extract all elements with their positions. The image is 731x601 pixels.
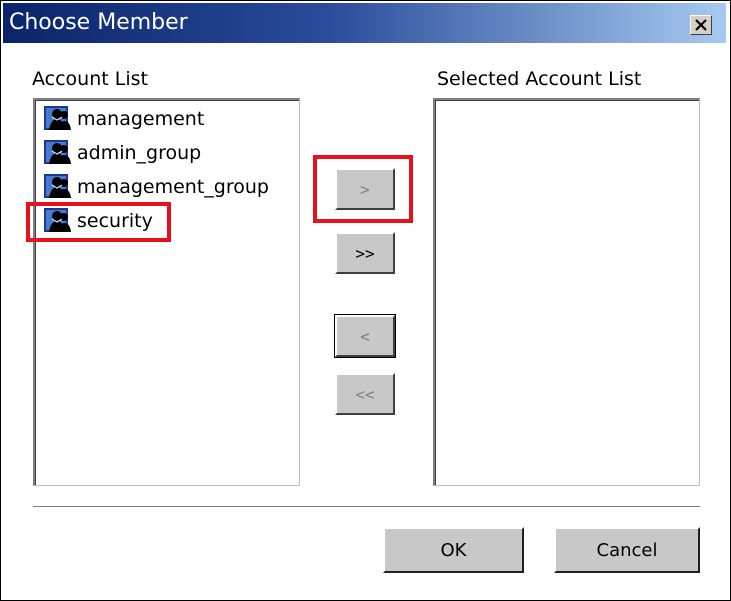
close-icon [695,19,707,31]
account-list[interactable]: management admin_group management_group … [33,98,300,486]
cancel-button[interactable]: Cancel [554,527,700,573]
list-item[interactable]: management_group [43,172,269,202]
add-all-button[interactable]: >> [335,232,395,274]
group-icon [44,208,71,232]
choose-member-dialog: Choose Member Account List Selected Acco… [0,0,731,601]
remove-button[interactable]: < [334,314,396,358]
list-item-label: admin_group [77,142,202,164]
list-item[interactable]: security [43,206,153,236]
list-item-label: management_group [77,176,269,198]
close-button[interactable] [690,15,712,35]
add-button[interactable]: > [335,168,395,210]
divider [33,506,700,508]
group-icon [44,174,71,198]
dialog-title: Choose Member [9,10,188,35]
list-item[interactable]: management [43,104,204,134]
selected-account-list[interactable] [433,98,700,486]
ok-button[interactable]: OK [383,527,524,573]
title-bar[interactable]: Choose Member [3,3,726,43]
list-item[interactable]: admin_group [43,138,201,168]
selected-account-list-label: Selected Account List [437,68,642,90]
group-icon [44,106,71,130]
list-item-label: security [77,210,153,232]
account-list-label: Account List [32,68,148,90]
list-item-label: management [77,108,205,130]
group-icon [44,140,71,164]
remove-all-button[interactable]: << [335,373,395,415]
